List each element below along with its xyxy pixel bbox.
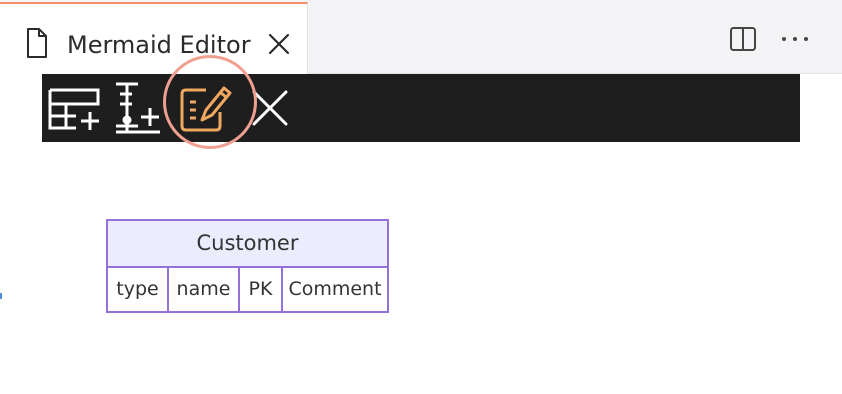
diagram-toolbar [42,74,800,142]
entity-customer[interactable]: Customer type name PK Comment [106,219,389,313]
attribute-comment-cell[interactable]: Comment [283,268,387,311]
split-editor-icon[interactable] [728,24,758,54]
attribute-row[interactable]: type name PK Comment [108,268,387,311]
close-toolbar-icon[interactable] [242,80,298,136]
edge-marker [0,293,2,299]
close-icon[interactable] [266,31,292,57]
attribute-type-cell[interactable]: type [108,268,169,311]
attribute-name-cell[interactable]: name [169,268,240,311]
more-actions-icon[interactable] [778,24,812,54]
add-table-icon[interactable] [46,80,102,136]
add-column-icon[interactable] [108,80,164,136]
tab-title: Mermaid Editor [67,31,251,59]
entity-name[interactable]: Customer [108,221,387,268]
tab-bar: Mermaid Editor [0,0,842,74]
edit-icon[interactable] [176,80,232,136]
tab-mermaid-editor[interactable]: Mermaid Editor [0,2,308,74]
attribute-key-cell[interactable]: PK [240,268,283,311]
file-icon [27,28,47,58]
